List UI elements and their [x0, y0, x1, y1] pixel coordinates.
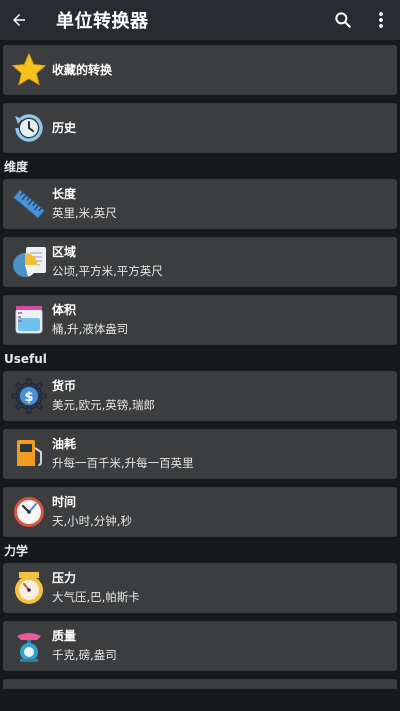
app-bar: 单位转换器	[0, 0, 400, 40]
favorites-label: 收藏的转换	[52, 63, 113, 77]
category-units: 天,小时,分钟,秒	[52, 514, 132, 528]
area-chart-icon	[13, 247, 46, 277]
category-volume[interactable]: 体积 桶,升,液体盎司	[3, 295, 397, 345]
page-title: 单位转换器	[56, 11, 149, 32]
clock-icon	[14, 497, 44, 527]
category-units: 千克,磅,盎司	[52, 648, 117, 662]
search-button[interactable]	[324, 0, 362, 40]
history-label: 历史	[52, 121, 77, 135]
category-label: 油耗	[52, 437, 77, 451]
category-label: 时间	[52, 495, 77, 509]
back-arrow-icon	[13, 14, 25, 26]
search-icon	[335, 12, 351, 28]
section-title-mechanics: 力学	[4, 544, 29, 558]
category-area[interactable]: 区域 公顷,平方米,平方英尺	[3, 237, 397, 287]
section-title-dimension: 维度	[4, 160, 29, 174]
category-pressure[interactable]: 压力 大气压,巴,帕斯卡	[3, 563, 397, 613]
history-icon	[15, 114, 43, 142]
history-item[interactable]: 历史	[3, 103, 397, 153]
category-label: 货币	[52, 379, 77, 393]
svg-text:$: $	[24, 390, 33, 405]
category-units: 美元,欧元,英镑,瑞郎	[52, 398, 155, 412]
category-units: 公顷,平方米,平方英尺	[52, 264, 163, 278]
category-label: 体积	[52, 303, 77, 317]
beaker-icon	[15, 306, 43, 334]
category-mass[interactable]: 质量 千克,磅,盎司	[3, 621, 397, 671]
ruler-icon	[12, 189, 46, 219]
category-units: 升每一百千米,升每一百英里	[52, 456, 194, 470]
favorites-item[interactable]: 收藏的转换	[3, 45, 397, 95]
currency-gear-icon: $	[11, 378, 47, 414]
next-category-partial[interactable]	[3, 679, 397, 689]
category-label: 区域	[52, 245, 77, 259]
category-time[interactable]: 时间 天,小时,分钟,秒	[3, 487, 397, 537]
category-fuel-consumption[interactable]: 油耗 升每一百千米,升每一百英里	[3, 429, 397, 479]
section-title-useful: Useful	[4, 352, 47, 366]
category-length[interactable]: 长度 英里,米,英尺	[3, 179, 397, 229]
scale-icon	[17, 633, 41, 662]
fuel-pump-icon	[15, 440, 42, 469]
category-label: 压力	[52, 571, 77, 585]
category-units: 英里,米,英尺	[52, 206, 117, 220]
category-units: 大气压,巴,帕斯卡	[52, 590, 140, 604]
back-button[interactable]	[0, 0, 38, 40]
pressure-gauge-icon	[15, 572, 43, 604]
category-label: 质量	[52, 629, 77, 643]
more-vert-icon	[379, 12, 383, 28]
category-units: 桶,升,液体盎司	[52, 322, 129, 336]
star-icon	[11, 52, 47, 86]
category-label: 长度	[52, 187, 77, 201]
more-options-button[interactable]	[362, 0, 400, 40]
category-currency[interactable]: $ 货币 美元,欧元,英镑,瑞郎	[3, 371, 397, 421]
converter-list[interactable]: 收藏的转换 历史 维度 长度 英里,米,英尺 区域 公顷,平方米,平方英尺 体积…	[0, 40, 400, 689]
